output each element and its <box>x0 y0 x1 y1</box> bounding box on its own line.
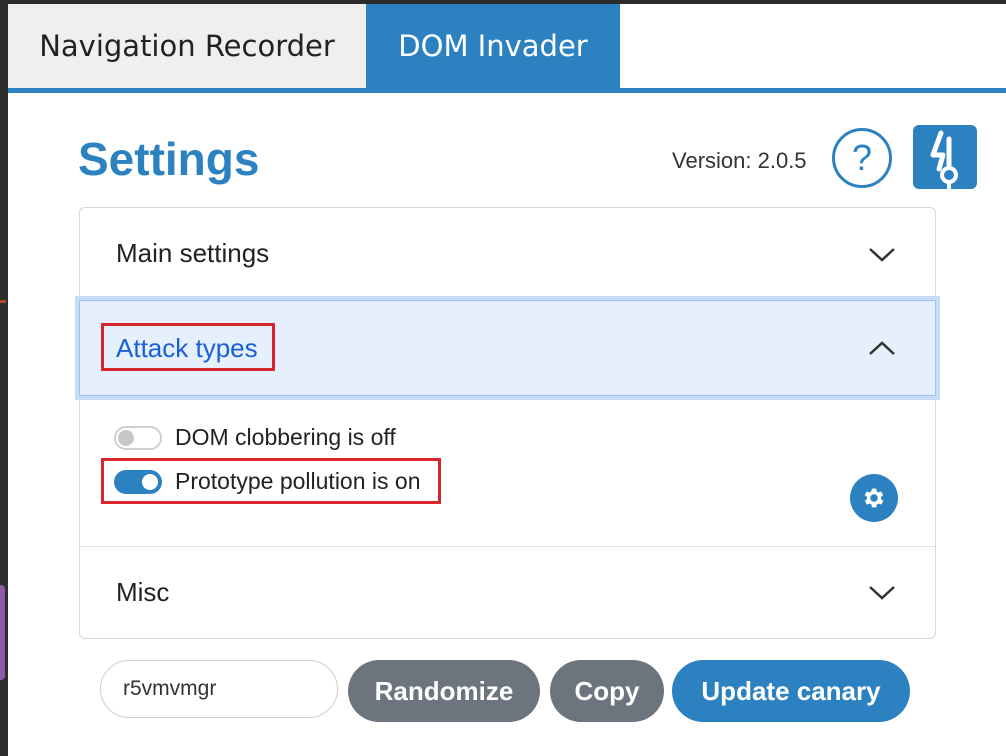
update-canary-button[interactable]: Update canary <box>672 660 910 722</box>
dom-invader-panel: Navigation Recorder DOM Invader Settings… <box>8 4 1006 756</box>
prototype-pollution-toggle[interactable] <box>114 469 162 494</box>
gear-icon[interactable] <box>850 474 898 522</box>
background-avatar-edge <box>0 585 5 680</box>
accordion-misc-label: Misc <box>116 576 170 607</box>
accordion-main-settings-label: Main settings <box>116 238 270 268</box>
settings-accordion: Main settings Attack types DOM clobberin… <box>79 207 936 639</box>
canary-input[interactable] <box>100 660 338 718</box>
tab-dom-invader[interactable]: DOM Invader <box>366 4 620 88</box>
tab-bar: Navigation Recorder DOM Invader <box>8 4 1006 88</box>
copy-button[interactable]: Copy <box>550 660 664 722</box>
chevron-down-icon <box>869 586 895 600</box>
tab-underline <box>8 88 1006 93</box>
page-title: Settings <box>78 133 260 185</box>
tab-navigation-recorder[interactable]: Navigation Recorder <box>8 4 366 88</box>
option-dom-clobbering: DOM clobbering is off <box>114 424 396 451</box>
annotation-highlight-box <box>101 323 275 371</box>
accordion-attack-types[interactable]: Attack types <box>79 300 936 396</box>
chevron-down-icon <box>869 247 895 262</box>
dom-clobbering-toggle[interactable] <box>114 425 162 450</box>
chevron-up-icon <box>869 341 895 355</box>
background-accent <box>0 300 6 303</box>
randomize-button[interactable]: Randomize <box>348 660 540 722</box>
option-prototype-pollution: Prototype pollution is on <box>114 468 421 495</box>
accordion-main-settings[interactable]: Main settings <box>80 208 935 300</box>
version-label: Version: 2.0.5 <box>672 148 807 173</box>
dom-clobbering-label: DOM clobbering is off <box>175 424 396 450</box>
attack-types-panel: DOM clobbering is off Prototype pollutio… <box>80 396 935 547</box>
prototype-pollution-label: Prototype pollution is on <box>175 468 421 494</box>
accordion-misc[interactable]: Misc <box>80 546 935 638</box>
dom-invader-logo-icon <box>913 125 977 189</box>
question-circle-icon[interactable]: ? <box>832 128 892 188</box>
